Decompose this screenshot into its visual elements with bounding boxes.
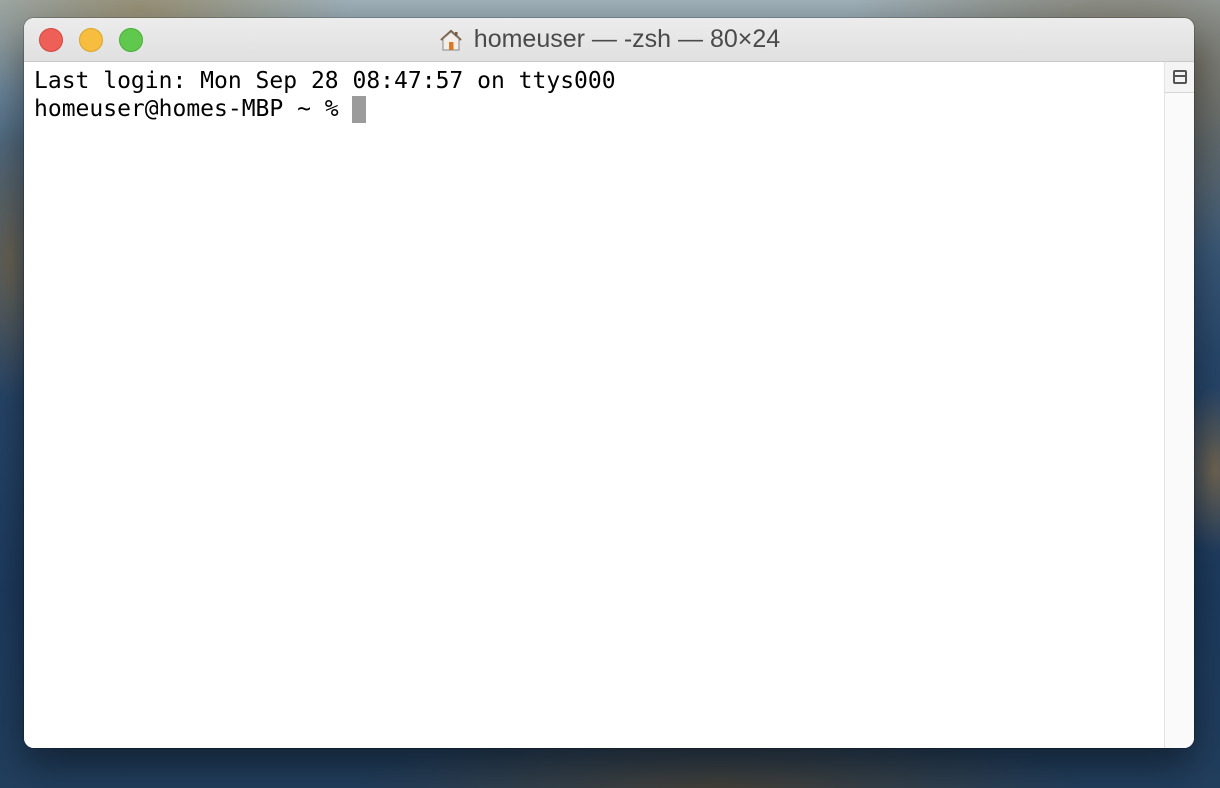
prompt-line: homeuser@homes-MBP ~ % [34, 95, 366, 123]
window-title: homeuser — -zsh — 80×24 [473, 25, 781, 53]
split-pane-icon [1172, 70, 1187, 84]
window-title-group: homeuser — -zsh — 80×24 [24, 18, 1194, 61]
shell-prompt: homeuser@homes-MBP ~ % [34, 96, 339, 122]
title-bar[interactable]: homeuser — -zsh — 80×24 [24, 18, 1194, 62]
split-pane-button[interactable] [1165, 62, 1194, 93]
terminal-content[interactable]: Last login: Mon Sep 28 08:47:57 on ttys0… [24, 62, 1164, 748]
text-cursor [351, 95, 366, 123]
home-folder-icon [440, 29, 462, 50]
last-login-line: Last login: Mon Sep 28 08:47:57 on ttys0… [34, 68, 616, 94]
terminal-window: homeuser — -zsh — 80×24 Last login: Mon … [24, 18, 1194, 748]
scrollbar-track[interactable] [1164, 62, 1194, 748]
